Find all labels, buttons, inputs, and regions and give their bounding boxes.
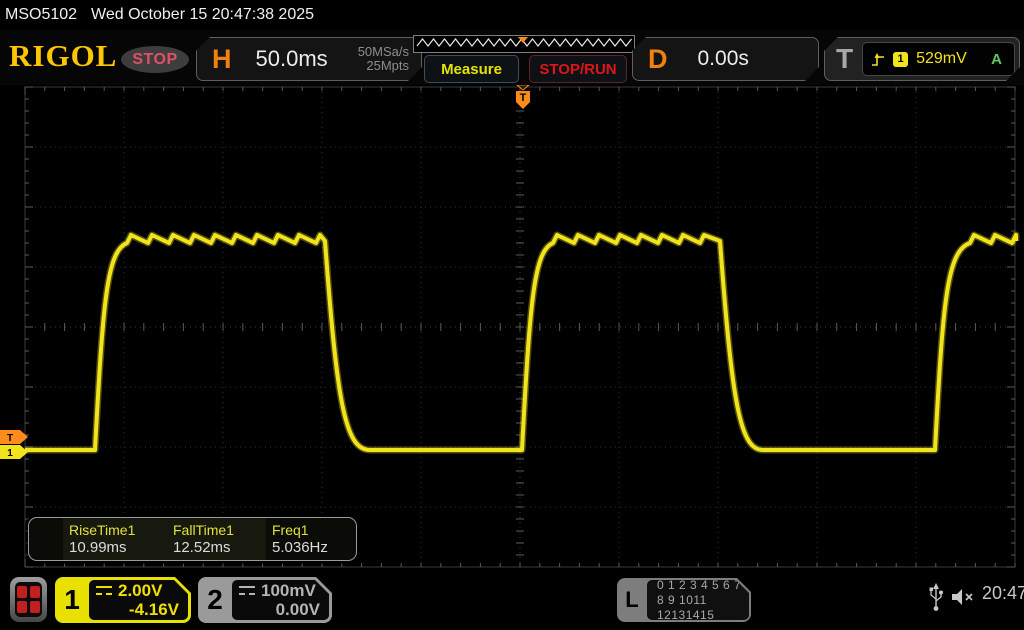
measurement-value: 10.99ms bbox=[69, 539, 161, 556]
measurement-item[interactable]: FallTime1 12.52ms bbox=[167, 518, 266, 560]
measurement-label: FallTime1 bbox=[173, 522, 260, 539]
trigger-info: 1 529mV A bbox=[862, 42, 1015, 76]
logic-channel-list: 0 1 2 3 4 5 6 7 8 9 1011 12131415 bbox=[647, 580, 749, 620]
scope-canvas: T T 1 bbox=[0, 85, 1024, 570]
run-state-badge: STOP bbox=[121, 46, 189, 73]
model-name: MSO5102 bbox=[5, 6, 77, 23]
bottom-bar: 1 2.00V -4.16V 2 100mV 0.00V L bbox=[0, 570, 1024, 630]
timebase-value: 50.0ms bbox=[256, 46, 328, 72]
measurement-label: RiseTime1 bbox=[69, 522, 161, 539]
measurement-label: Freq1 bbox=[272, 522, 328, 539]
status-line: MSO5102 Wed October 15 20:47:38 2025 bbox=[5, 6, 314, 24]
dc-coupling-icon bbox=[239, 586, 255, 595]
logic-analyzer-badge[interactable]: L 0 1 2 3 4 5 6 7 8 9 1011 12131415 bbox=[617, 578, 751, 622]
channel1-scale: 2.00V bbox=[118, 581, 162, 600]
stop-run-button[interactable]: STOP/RUN bbox=[529, 55, 627, 83]
windows-menu-icon[interactable] bbox=[10, 577, 47, 622]
measure-button[interactable]: Measure bbox=[424, 55, 519, 83]
channel2-offset: 0.00V bbox=[239, 600, 320, 619]
dc-coupling-icon bbox=[96, 586, 112, 595]
speaker-muted-icon bbox=[950, 586, 976, 608]
h-label: H bbox=[212, 44, 232, 75]
channel2-number: 2 bbox=[198, 577, 232, 623]
horizontal-settings-box[interactable]: H 50.0ms 50MSa/s 25Mpts bbox=[196, 37, 422, 81]
waveform-overview-strip[interactable] bbox=[413, 35, 635, 53]
rigol-logo: RIGOL bbox=[9, 38, 117, 74]
channel2-badge[interactable]: 2 100mV 0.00V bbox=[198, 577, 332, 623]
delay-value: 0.00s bbox=[698, 47, 749, 71]
memory-depth: 25Mpts bbox=[366, 58, 409, 73]
sample-rate: 50MSa/s bbox=[358, 44, 409, 59]
channel1-values: 2.00V -4.16V bbox=[89, 580, 188, 620]
overview-zigzag bbox=[414, 36, 632, 50]
channel2-values: 100mV 0.00V bbox=[232, 580, 329, 620]
oscilloscope-screen: MSO5102 Wed October 15 20:47:38 2025 RIGO… bbox=[0, 0, 1024, 630]
channel1-offset: -4.16V bbox=[96, 600, 179, 619]
logic-analyzer-label: L bbox=[617, 578, 647, 622]
trigger-settings-box[interactable]: T 1 529mV A bbox=[824, 37, 1020, 81]
logic-channels-row2: 8 9 1011 12131415 bbox=[657, 593, 749, 623]
svg-text:1: 1 bbox=[7, 448, 13, 459]
channel1-number: 1 bbox=[55, 577, 89, 623]
svg-text:T: T bbox=[520, 92, 527, 104]
acquisition-info: 50MSa/s 25Mpts bbox=[358, 45, 409, 73]
measurement-item[interactable]: Freq1 5.036Hz bbox=[266, 518, 334, 560]
logic-channels-row1: 0 1 2 3 4 5 6 7 bbox=[657, 578, 749, 593]
trigger-level-value: 529mV bbox=[916, 50, 967, 68]
svg-text:T: T bbox=[7, 433, 13, 444]
trigger-mode: A bbox=[991, 51, 1002, 68]
channel2-scale: 100mV bbox=[261, 581, 316, 600]
t-label: T bbox=[836, 43, 853, 75]
measurement-panel[interactable]: RiseTime1 10.99ms FallTime1 12.52ms Freq… bbox=[28, 517, 357, 561]
trigger-source-chip: 1 bbox=[893, 52, 908, 67]
measurement-value: 12.52ms bbox=[173, 539, 260, 556]
d-label: D bbox=[648, 44, 668, 75]
channel1-offset-marker[interactable] bbox=[0, 445, 28, 459]
four-squares-icon bbox=[15, 582, 42, 617]
delay-settings-box[interactable]: D 0.00s bbox=[632, 37, 819, 81]
channel1-badge[interactable]: 1 2.00V -4.16V bbox=[55, 577, 191, 623]
clock-text: 20:47 bbox=[982, 583, 1024, 604]
measurement-item[interactable]: RiseTime1 10.99ms bbox=[63, 518, 167, 560]
trigger-slope-icon bbox=[871, 52, 885, 67]
trigger-level-marker[interactable] bbox=[0, 430, 28, 444]
measurement-value: 5.036Hz bbox=[272, 539, 328, 556]
datetime-text: Wed October 15 20:47:38 2025 bbox=[91, 6, 314, 23]
header-bar: RIGOL STOP H 50.0ms 50MSa/s 25Mpts Measu… bbox=[0, 30, 1024, 85]
waveform-display-area: T T 1 RiseTime1 10.99ms FallTime1 12.52ms … bbox=[0, 85, 1024, 570]
usb-icon bbox=[928, 582, 945, 612]
